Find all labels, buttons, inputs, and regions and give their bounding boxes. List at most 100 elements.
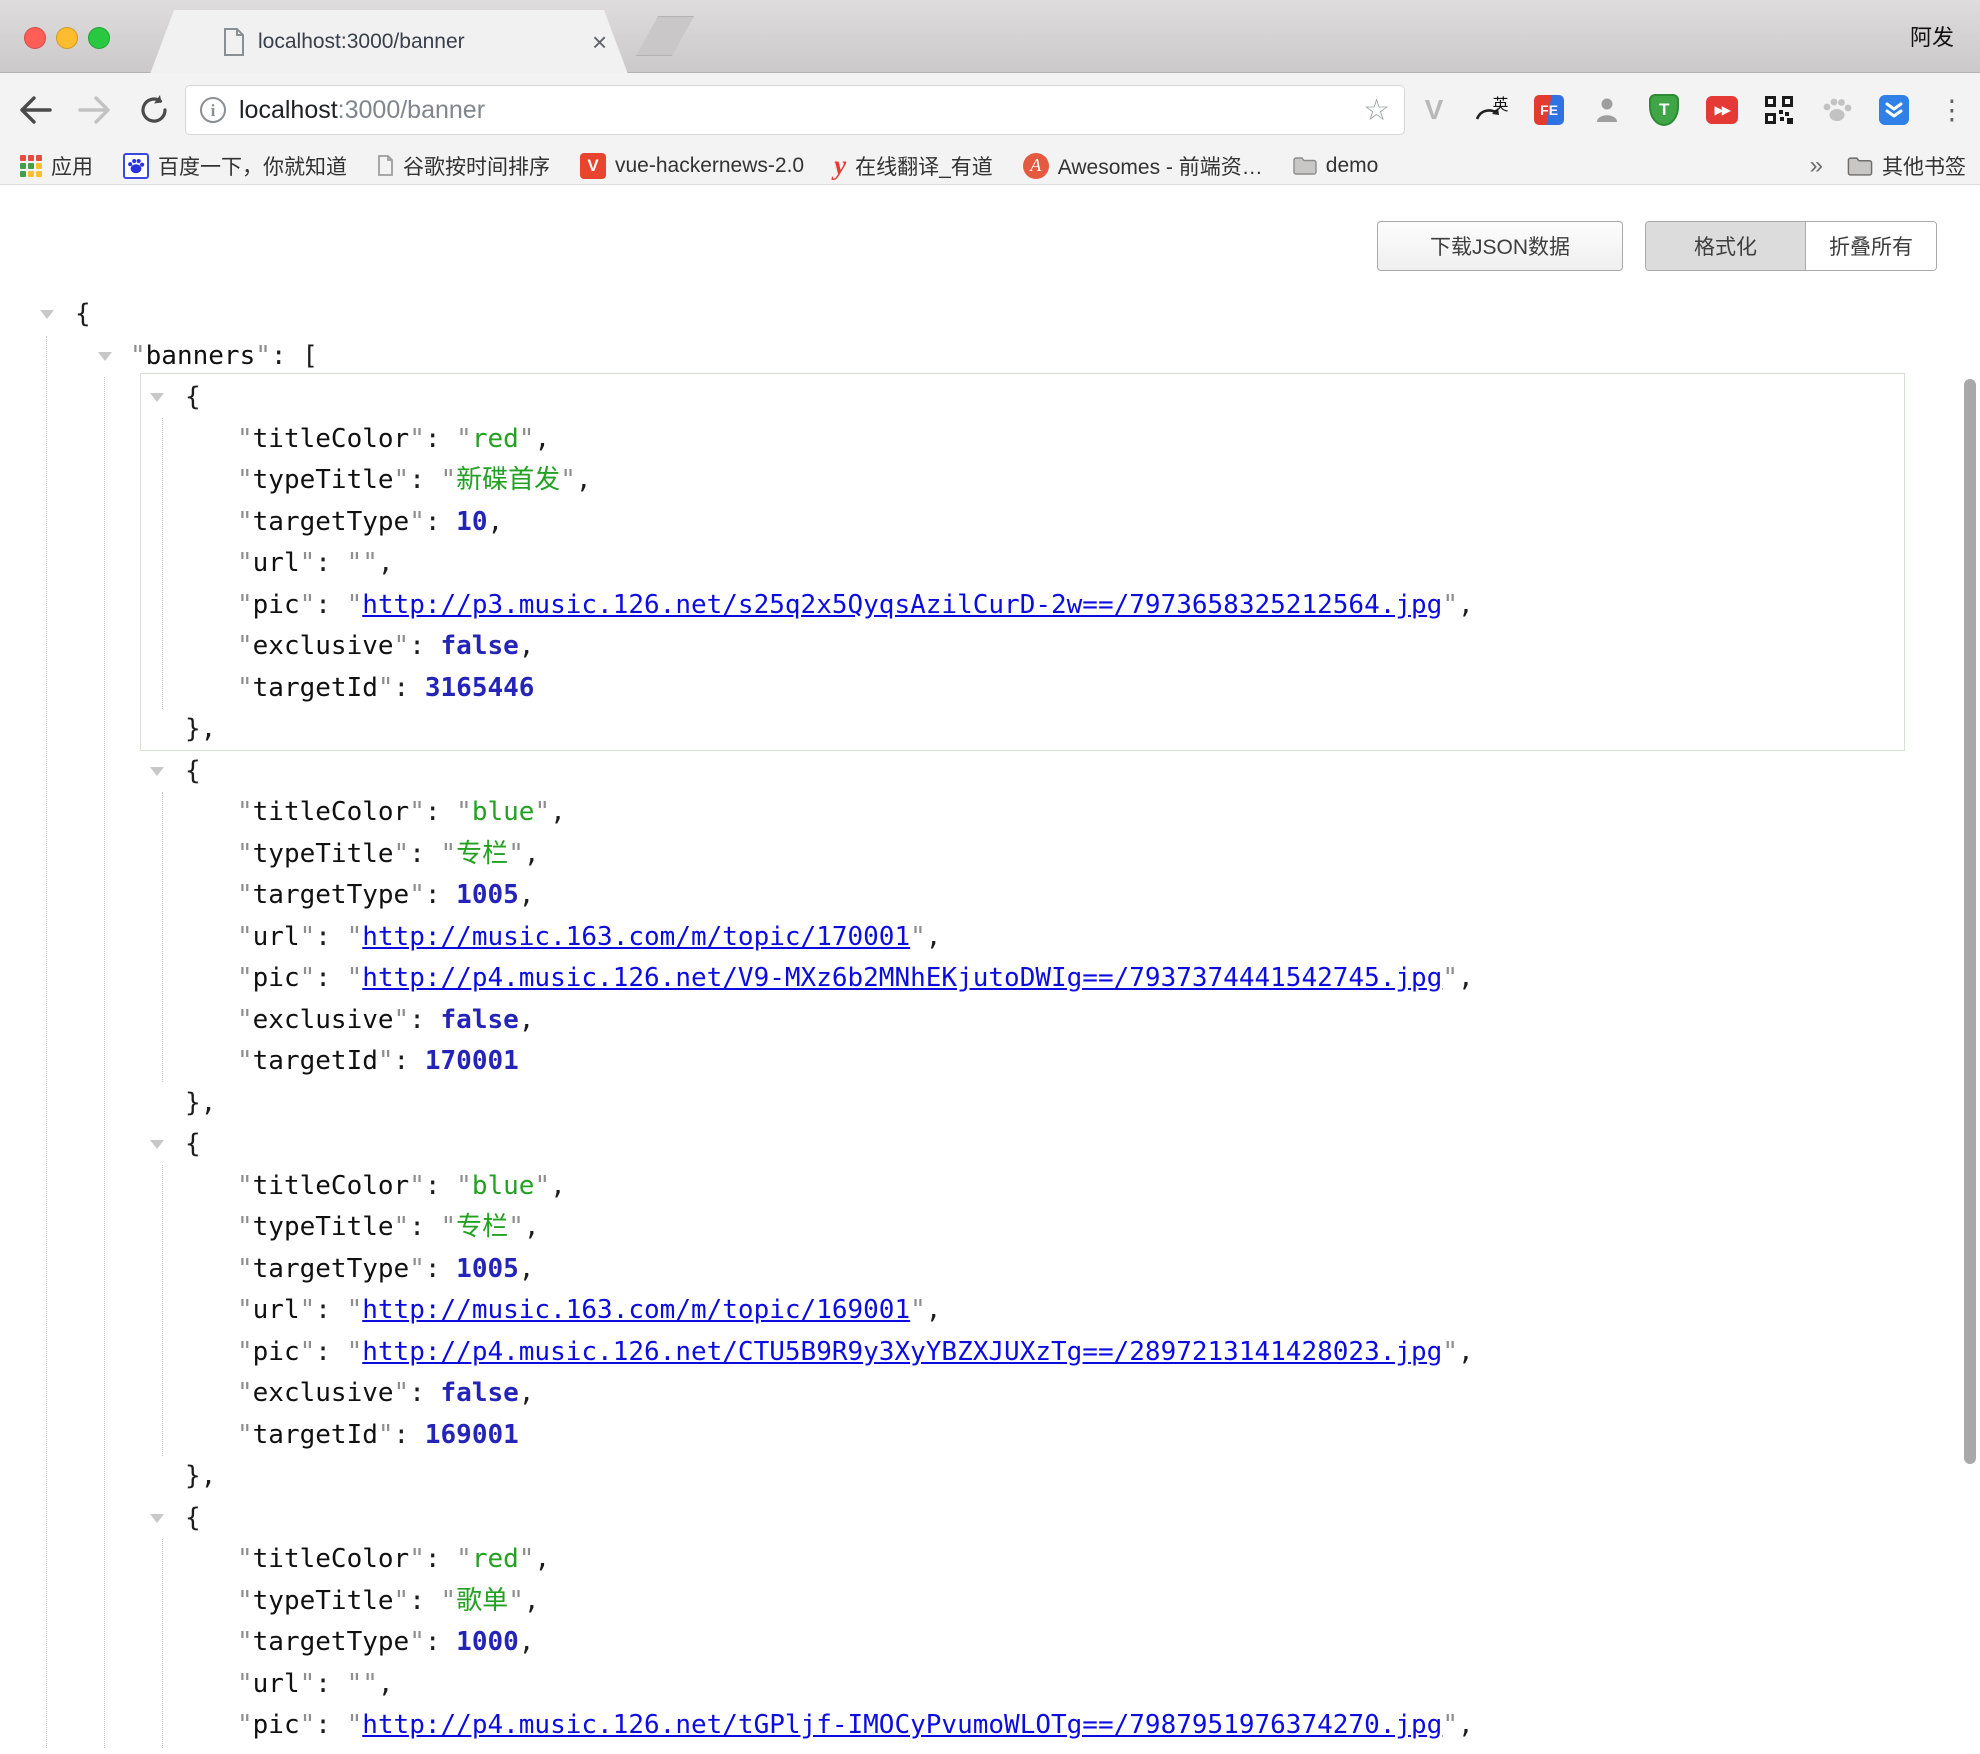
quote-mark: " [508, 839, 524, 869]
browser-menu-icon[interactable]: ⋮ [1932, 90, 1972, 130]
json-number-value: 170001 [425, 1046, 519, 1076]
close-brace: }, [185, 714, 216, 744]
page-info-icon[interactable]: i [200, 97, 226, 123]
colon: : [315, 963, 346, 993]
colon: : [425, 880, 456, 910]
video-download-extension-icon[interactable]: ▶▶ [1702, 90, 1742, 130]
shield-extension-icon[interactable]: T [1644, 90, 1684, 130]
bookmark-vue-hackernews[interactable]: V vue-hackernews-2.0 [580, 153, 804, 179]
collapse-triangle-icon[interactable] [98, 352, 112, 361]
other-bookmarks-folder[interactable]: 其他书签 [1847, 151, 1966, 181]
quote-mark: " [1442, 1337, 1458, 1367]
quote-mark: " [300, 1295, 316, 1325]
close-brace: }, [185, 1088, 216, 1118]
json-url-link[interactable]: http://p4.music.126.net/V9-MXz6b2MNhEKju… [362, 963, 1442, 993]
quote-mark: " [130, 341, 146, 371]
address-bar[interactable]: i localhost:3000/banner ☆ [185, 85, 1405, 135]
json-property-row: "targetType": 1005, [0, 1249, 1980, 1291]
qr-code-extension-icon[interactable] [1759, 90, 1799, 130]
comma: , [524, 1586, 540, 1616]
json-number-value: 10 [456, 507, 487, 537]
quote-mark: " [441, 839, 457, 869]
baidu-paw-icon [123, 153, 149, 179]
forward-button-icon[interactable] [78, 95, 112, 125]
bookmark-awesomes[interactable]: A Awesomes - 前端资… [1023, 151, 1263, 181]
json-url-link[interactable]: http://p4.music.126.net/tGPljf-IMOCyPvum… [362, 1710, 1442, 1740]
collapse-triangle-icon[interactable] [40, 310, 54, 319]
quote-mark: " [508, 1586, 524, 1616]
bookmark-star-icon[interactable]: ☆ [1363, 93, 1390, 128]
json-string-value: 专栏 [456, 839, 508, 869]
json-key: typeTitle [253, 465, 394, 495]
page-icon [377, 155, 394, 176]
zoom-window-button[interactable] [88, 27, 110, 49]
translate-extension-icon[interactable]: 英 [1472, 90, 1512, 130]
json-object-close: }, [0, 1456, 1980, 1498]
bookmark-apps[interactable]: 应用 [20, 151, 93, 181]
colon: : [425, 507, 456, 537]
json-string-value: blue [472, 1171, 535, 1201]
json-property-row: "url": "", [0, 1664, 1980, 1706]
collection-extension-icon[interactable] [1874, 90, 1914, 130]
json-key: pic [253, 1710, 300, 1740]
quote-mark: " [237, 922, 253, 952]
json-property-row: "url": "http://music.163.com/m/topic/170… [0, 917, 1980, 959]
quote-mark: " [409, 880, 425, 910]
youdao-icon: y [834, 152, 846, 179]
quote-mark: " [347, 1669, 363, 1699]
bookmark-demo-folder[interactable]: demo [1293, 154, 1379, 178]
sitemap-person-extension-icon[interactable] [1587, 90, 1627, 130]
json-property-row: "typeTitle": "新碟首发", [0, 460, 1980, 502]
vue-devtools-extension-icon[interactable]: V [1414, 90, 1454, 130]
json-number-value: 1005 [456, 1254, 519, 1284]
quote-mark: " [237, 1378, 253, 1408]
json-key: targetType [253, 507, 410, 537]
browser-tab[interactable]: localhost:3000/banner × [150, 10, 628, 74]
quote-mark: " [441, 465, 457, 495]
json-property-row: "typeTitle": "专栏", [0, 1207, 1980, 1249]
colon: : [394, 1046, 425, 1076]
json-object-open: { [0, 1498, 1980, 1540]
collapse-triangle-icon[interactable] [150, 393, 164, 402]
json-url-link[interactable]: http://p3.music.126.net/s25q2x5QyqsAzilC… [362, 590, 1442, 620]
comma: , [926, 922, 942, 952]
close-window-button[interactable] [24, 27, 46, 49]
json-property-row: "pic": "http://p4.music.126.net/tGPljf-I… [0, 1705, 1980, 1747]
bookmark-youdao-translate[interactable]: y 在线翻译_有道 [834, 151, 993, 181]
json-string-value: blue [472, 797, 535, 827]
json-string-value: red [472, 424, 519, 454]
download-json-button[interactable]: 下载JSON数据 [1377, 221, 1623, 271]
quote-mark: " [910, 1295, 926, 1325]
bookmark-baidu[interactable]: 百度一下，你就知道 [123, 151, 347, 181]
colon: : [409, 1378, 440, 1408]
back-button-icon[interactable] [18, 95, 52, 125]
quote-mark: " [347, 1295, 363, 1325]
bookmarks-overflow-icon[interactable]: » [1810, 152, 1823, 180]
collapse-triangle-icon[interactable] [150, 1514, 164, 1523]
collapse-triangle-icon[interactable] [150, 767, 164, 776]
new-tab-button[interactable] [636, 16, 694, 56]
quote-mark: " [409, 1544, 425, 1574]
reload-button-icon[interactable] [138, 94, 170, 126]
json-url-link[interactable]: http://music.163.com/m/topic/170001 [362, 922, 910, 952]
bookmark-google-sort[interactable]: 谷歌按时间排序 [377, 151, 550, 181]
quote-mark: " [456, 1544, 472, 1574]
json-property-row: "exclusive": false, [0, 626, 1980, 668]
colon: : [409, 839, 440, 869]
quote-mark: " [300, 1337, 316, 1367]
quote-mark: " [441, 1212, 457, 1242]
vertical-scrollbar-thumb[interactable] [1964, 379, 1976, 1464]
format-button[interactable]: 格式化 [1646, 222, 1806, 270]
minimize-window-button[interactable] [56, 27, 78, 49]
paw-extension-icon[interactable] [1817, 90, 1857, 130]
tab-close-icon[interactable]: × [592, 29, 607, 55]
comma: , [576, 465, 592, 495]
open-brace: { [75, 299, 91, 329]
json-url-link[interactable]: http://music.163.com/m/topic/169001 [362, 1295, 910, 1325]
fe-extension-icon[interactable]: FE [1529, 90, 1569, 130]
collapse-triangle-icon[interactable] [150, 1140, 164, 1149]
quote-mark: " [409, 424, 425, 454]
json-url-link[interactable]: http://p4.music.126.net/CTU5B9R9y3XyYBZX… [362, 1337, 1442, 1367]
collapse-all-button[interactable]: 折叠所有 [1806, 222, 1936, 270]
colon: : [409, 465, 440, 495]
